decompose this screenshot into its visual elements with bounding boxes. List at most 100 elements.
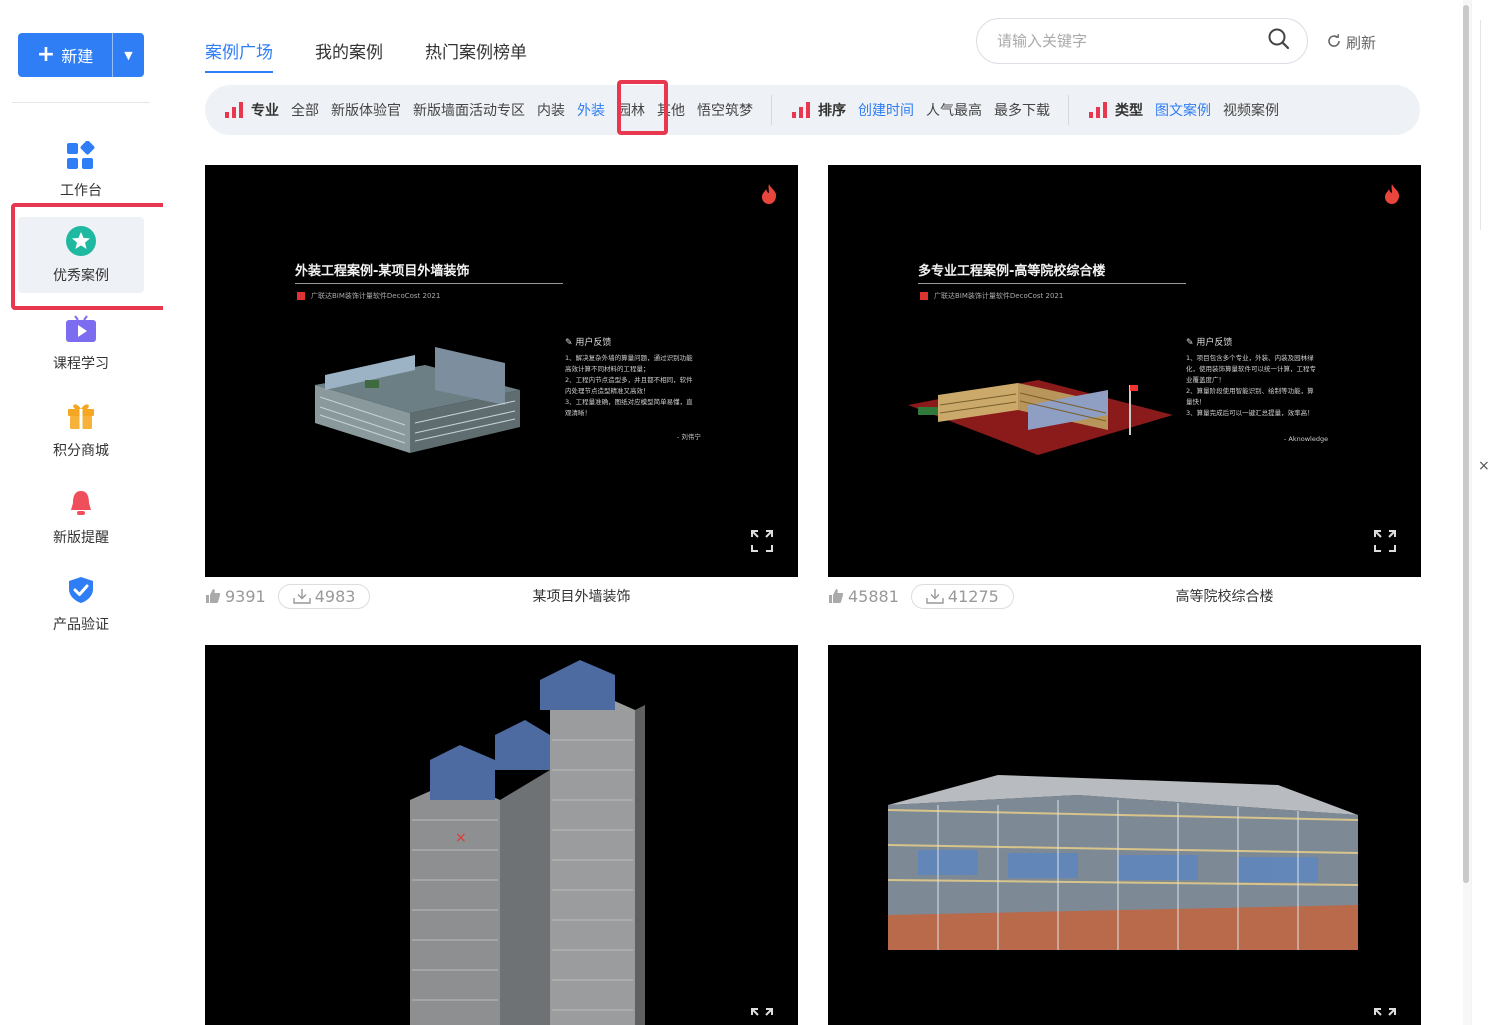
shield-check-icon	[65, 574, 97, 606]
fire-hot-icon	[1385, 184, 1400, 204]
tab-hot-ranking[interactable]: 热门案例榜单	[425, 38, 527, 73]
feedback-title: ✎ 用户反馈	[565, 338, 612, 348]
sidebar-item-points-mall[interactable]: 积分商城	[18, 392, 144, 468]
dashboard-icon	[65, 140, 97, 172]
case-title: 高等院校综合楼	[1175, 589, 1274, 605]
slide-subtitle: 广联达BIM装饰计量软件DecoCost 2021	[920, 291, 1063, 301]
case-card[interactable]	[828, 645, 1421, 1025]
expand-icon[interactable]	[1373, 1007, 1397, 1025]
close-icon[interactable]: ×	[1478, 458, 1490, 474]
brand-logo	[297, 292, 305, 300]
refresh-icon	[1326, 33, 1342, 53]
case-card[interactable]: ×	[205, 645, 798, 1025]
building-model-image	[908, 380, 1173, 455]
main-tabs: 案例广场 我的案例 热门案例榜单	[205, 38, 527, 73]
download-count[interactable]: 41275	[910, 583, 1014, 609]
new-button[interactable]: + 新建	[18, 33, 112, 77]
filter-group-type: 类型 图文案例 视频案例	[1089, 100, 1291, 120]
sidebar: + 新建 ▼ 工作台 优秀案例 课程学习 积分商城 新版提醒 产品验证	[0, 0, 169, 1025]
sidebar-item-label: 工作台	[60, 183, 102, 199]
fire-hot-icon	[762, 184, 777, 204]
slide-underline	[295, 283, 563, 284]
case-thumbnail[interactable]: ×	[205, 645, 798, 1025]
sidebar-item-label: 课程学习	[53, 356, 109, 372]
case-thumbnail[interactable]: 外装工程案例-某项目外墙装饰 广联达BIM装饰计量软件DecoCost 2021…	[205, 165, 798, 577]
sidebar-item-excellent-cases[interactable]: 优秀案例	[18, 217, 144, 293]
bar-chart-icon	[1089, 102, 1107, 118]
bell-icon	[65, 487, 97, 519]
sidebar-divider	[12, 102, 150, 103]
search-input[interactable]	[997, 32, 1267, 50]
tv-play-icon	[65, 313, 97, 345]
slide-title: 多专业工程案例-高等院校综合楼	[918, 264, 1106, 279]
case-thumbnail[interactable]	[828, 645, 1421, 1025]
likes[interactable]: 45881	[828, 587, 899, 606]
case-card[interactable]: 外装工程案例-某项目外墙装饰 广联达BIM装饰计量软件DecoCost 2021…	[205, 165, 798, 615]
gift-icon	[65, 400, 97, 432]
caret-down-icon: ▼	[124, 48, 133, 62]
sidebar-item-label: 优秀案例	[53, 268, 109, 284]
expand-icon[interactable]	[750, 1007, 774, 1025]
filter-option-wall-activity[interactable]: 新版墙面活动专区	[413, 100, 525, 120]
filter-group-specialty: 专业 全部 新版体验官 新版墙面活动专区 内装 外装 园林 其他 悟空筑梦	[225, 100, 765, 120]
slide-title: 外装工程案例-某项目外墙装饰	[295, 264, 470, 279]
svg-text:×: ×	[455, 830, 467, 846]
type-option-video[interactable]: 视频案例	[1223, 100, 1279, 120]
tab-case-plaza[interactable]: 案例广场	[205, 38, 273, 73]
filter-option-other[interactable]: 其他	[657, 100, 685, 120]
feedback-author: - 刘伟宁	[677, 433, 701, 441]
sort-option-popular[interactable]: 人气最高	[926, 100, 982, 120]
building-model-image	[315, 347, 520, 453]
slide-subtitle: 广联达BIM装饰计量软件DecoCost 2021	[297, 291, 440, 301]
feedback-text: 1、解决复杂外墙的算量问题，通过识别功能 高效计算不同材料的工程量； 2、工程内…	[565, 354, 693, 417]
slide-underline	[918, 283, 1186, 284]
panel-divider	[1480, 20, 1481, 230]
case-card-footer: 9391 4983 某项目外墙装饰	[205, 577, 798, 615]
filter-option-wukong[interactable]: 悟空筑梦	[697, 100, 753, 120]
feedback-author: - Aknowledge	[1284, 435, 1329, 443]
filter-option-new-experience[interactable]: 新版体验官	[331, 100, 401, 120]
sidebar-item-label: 产品验证	[53, 617, 109, 633]
download-count[interactable]: 4983	[277, 583, 371, 609]
building-model-image: ×	[410, 660, 645, 1025]
expand-icon[interactable]	[750, 529, 774, 553]
sidebar-item-new-version[interactable]: 新版提醒	[18, 479, 144, 555]
refresh-button[interactable]: 刷新	[1326, 32, 1376, 53]
star-badge-icon	[65, 225, 97, 257]
sort-option-downloads[interactable]: 最多下载	[994, 100, 1050, 120]
filter-option-interior[interactable]: 内装	[537, 100, 565, 120]
plus-icon: +	[36, 42, 56, 67]
type-option-graphic[interactable]: 图文案例	[1155, 100, 1211, 120]
filter-option-landscape[interactable]: 园林	[617, 100, 645, 120]
sidebar-item-courses[interactable]: 课程学习	[18, 305, 144, 381]
bar-chart-icon	[792, 102, 810, 118]
tab-my-cases[interactable]: 我的案例	[315, 38, 383, 73]
sort-option-created[interactable]: 创建时间	[858, 100, 914, 120]
case-thumbnail[interactable]: 多专业工程案例-高等院校综合楼 广联达BIM装饰计量软件DecoCost 202…	[828, 165, 1421, 577]
likes[interactable]: 9391	[205, 587, 266, 606]
download-icon	[293, 589, 311, 604]
filter-group-sort: 排序 创建时间 人气最高 最多下载	[792, 100, 1062, 120]
case-card[interactable]: 多专业工程案例-高等院校综合楼 广联达BIM装饰计量软件DecoCost 202…	[828, 165, 1421, 615]
new-button-group: + 新建 ▼	[18, 33, 144, 77]
expand-icon[interactable]	[1373, 529, 1397, 553]
search-box	[976, 18, 1308, 64]
scrollbar-thumb[interactable]	[1463, 5, 1469, 883]
new-dropdown-button[interactable]: ▼	[113, 49, 144, 62]
filter-divider	[1068, 95, 1069, 125]
filter-bar: 专业 全部 新版体验官 新版墙面活动专区 内装 外装 园林 其他 悟空筑梦 排序…	[205, 85, 1420, 135]
search-icon[interactable]	[1267, 27, 1291, 55]
right-panel-edge: ×	[1472, 0, 1490, 1025]
filter-option-all[interactable]: 全部	[291, 100, 319, 120]
main-content: 案例广场 我的案例 热门案例榜单 刷新 专业 全部 新版体验官 新版墙面活动专区…	[163, 0, 1463, 1025]
sidebar-item-product-verify[interactable]: 产品验证	[18, 566, 144, 642]
case-title: 某项目外墙装饰	[532, 589, 631, 605]
sidebar-item-label: 新版提醒	[53, 530, 109, 546]
building-model-image	[887, 775, 1359, 950]
filter-option-exterior[interactable]: 外装	[577, 100, 605, 120]
case-card-footer: 45881 41275 高等院校综合楼	[828, 577, 1421, 615]
sidebar-item-workbench[interactable]: 工作台	[18, 132, 144, 208]
thumbs-up-icon	[829, 589, 844, 603]
feedback-title: ✎ 用户反馈	[1186, 338, 1233, 348]
brand-logo	[920, 292, 928, 300]
